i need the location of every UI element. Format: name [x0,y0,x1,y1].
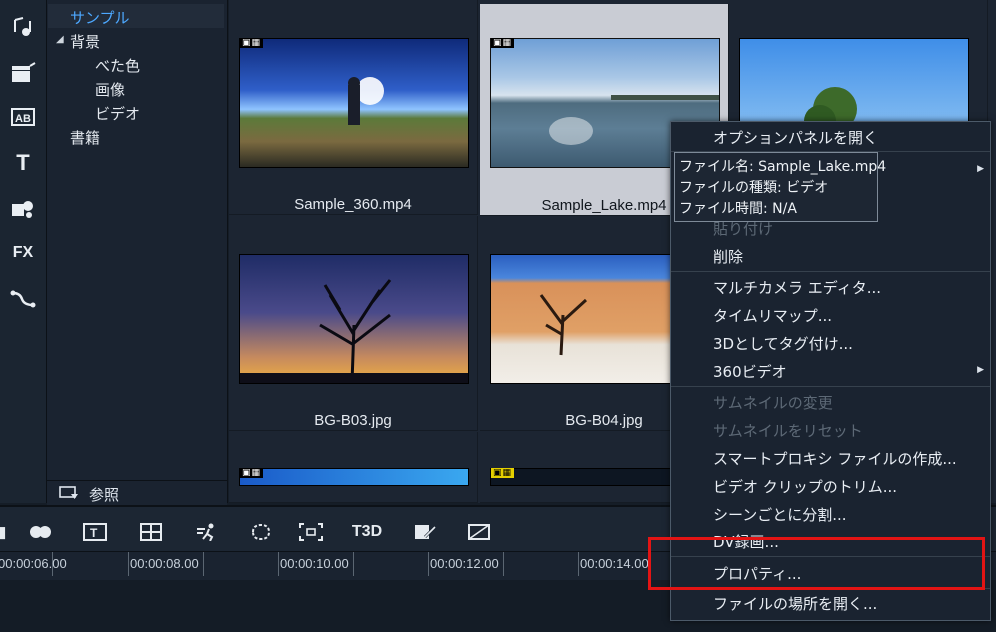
ruler-tick-label: 00:00:08.00 [130,556,199,571]
puzzle-icon[interactable] [6,194,40,224]
path-icon[interactable] [6,284,40,314]
ruler-tick-label: 00:00:14.00 [580,556,649,571]
grid-icon[interactable] [138,521,164,543]
text-t-icon[interactable]: T [6,148,40,178]
menu-item-split-by-scene[interactable]: シーンごとに分割... [713,504,847,525]
submenu-arrow-icon: ▶ [977,164,984,174]
menu-item-trim-video-clip[interactable]: ビデオ クリップのトリム... [713,476,897,497]
menu-item-open-file-location[interactable]: ファイルの場所を開く... [713,593,877,614]
ruler-tick-label: 00:00:12.00 [430,556,499,571]
split-icon[interactable] [28,521,54,543]
svg-text:AB: AB [15,113,31,125]
media-item-sample-360[interactable]: ▣▦ Sample_360.mp4 [229,0,478,215]
video-tag-icon: ▣▦ [491,468,515,478]
3d-title-icon[interactable]: T3D [352,521,382,543]
menu-separator [671,271,990,272]
media-caption: Sample_360.mp4 [294,196,412,213]
track-icon[interactable] [298,521,324,543]
menu-separator [671,386,990,387]
motion-icon[interactable] [194,521,220,543]
tree-item-solid-color[interactable]: べた色 [95,55,140,76]
tree-item-video[interactable]: ビデオ [95,103,140,124]
menu-item-delete[interactable]: 削除 [713,246,743,267]
file-info-tooltip: ファイル名: Sample_Lake.mp4 ファイルの種類: ビデオ ファイル… [674,152,886,222]
music-note-icon[interactable] [6,12,40,42]
tree-item-sample[interactable]: サンプル [70,7,130,28]
folder-down-icon [59,485,79,504]
menu-item-multicam-editor[interactable]: マルチカメラ エディタ... [713,277,881,298]
edit-icon[interactable] [412,521,438,543]
thumbnail-row3-a [239,468,469,486]
crop-icon[interactable] [466,521,492,543]
ruler-tick-label: 00:00:06.00 [0,556,67,571]
tooltip-file-name: ファイル名: Sample_Lake.mp4 [679,159,887,175]
title-ab-icon[interactable]: AB [6,102,40,132]
menu-item-360-video[interactable]: 360ビデオ [713,361,787,382]
svg-text:T: T [90,526,98,540]
video-tag-icon: ▣▦ [491,38,515,48]
video-360-tag-icon: ▣▦ [240,38,264,48]
title-icon[interactable]: T [82,521,108,543]
menu-item-time-remap[interactable]: タイムリマップ... [713,305,832,326]
tooltip-file-duration: ファイル時間: N/A [679,201,797,217]
tree-item-books[interactable]: 書籍 [70,127,100,148]
video-tag-icon: ▣▦ [240,468,264,478]
media-item-row3-a[interactable]: ▣▦ [229,432,478,503]
thumbnail-360 [239,38,469,168]
fx-icon[interactable]: FX [6,238,40,268]
tooltip-file-type: ファイルの種類: ビデオ [679,180,829,196]
menu-item-change-thumbnail[interactable]: サムネイルの変更 [713,392,833,413]
tree-item-image[interactable]: 画像 [95,79,125,100]
highlight-box [648,537,985,590]
media-caption: BG-B03.jpg [314,412,392,429]
thumbnail-bg-b03 [239,254,469,384]
mask-icon[interactable] [248,521,274,543]
category-rail: AB T FX [0,0,47,503]
tree-item-background[interactable]: 背景 [70,31,100,52]
browse-button[interactable]: 参照 [47,480,227,505]
menu-item-open-options-panel[interactable]: オプションパネルを開く [713,127,878,148]
menu-item-create-smart-proxy[interactable]: スマートプロキシ ファイルの作成... [713,448,957,469]
media-item-bg-b03[interactable]: BG-B03.jpg [229,216,478,431]
trim-icon[interactable]: ▮ [0,521,8,543]
expand-triangle-icon[interactable]: ◢ [56,34,64,45]
menu-item-tag-as-3d[interactable]: 3Dとしてタグ付け... [713,333,853,354]
ruler-tick-label: 00:00:10.00 [280,556,349,571]
browse-label: 参照 [89,486,120,504]
submenu-arrow-icon: ▶ [977,365,984,375]
clapper-icon[interactable] [6,58,40,88]
menu-item-reset-thumbnail[interactable]: サムネイルをリセット [713,420,863,441]
